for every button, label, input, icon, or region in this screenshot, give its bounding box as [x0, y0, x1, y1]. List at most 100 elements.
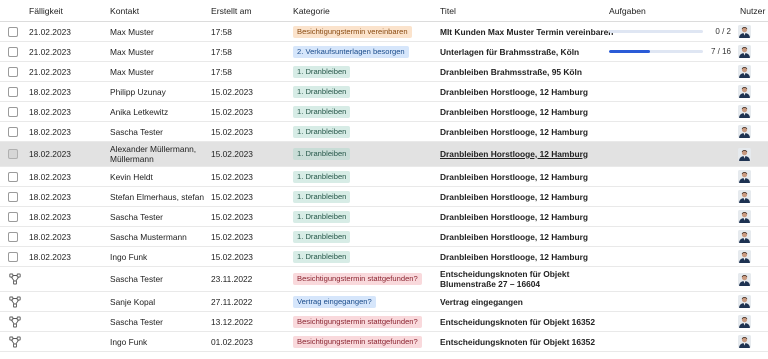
due-date: 21.02.2023	[29, 26, 71, 37]
contact-name[interactable]: Philipp Uzunay	[110, 82, 210, 101]
category-cell: 2. Verkaufsunterlagen besorgen	[293, 42, 438, 61]
created-date: 15.02.2023	[211, 126, 253, 137]
category-badge: 1. Dranbleiben	[293, 65, 351, 78]
contact-name[interactable]: Ingo Funk	[110, 332, 210, 351]
category-cell: Besichtigungstermin stattgefunden?	[293, 332, 438, 351]
contact-name[interactable]: Sascha Tester	[110, 312, 210, 331]
created-date: 15.02.2023	[211, 211, 253, 222]
category-cell: Vertrag eingegangen?	[293, 292, 438, 311]
task-title[interactable]: Dranbleiben Horstlooge, 12 Hamburg	[440, 207, 608, 226]
avatar[interactable]	[738, 62, 758, 81]
task-title[interactable]: Entscheidungsknoten für Objekt Blumenstr…	[440, 267, 608, 291]
column-header-title[interactable]: Titel	[440, 0, 608, 21]
column-header-user[interactable]: Nutzer	[740, 0, 765, 21]
workflow-icon	[8, 267, 22, 291]
task-title[interactable]: Dranbleiben Horstlooge, 12 Hamburg	[440, 122, 608, 141]
column-header-created[interactable]: Erstellt am	[211, 0, 291, 21]
due-date: 18.02.2023	[29, 251, 71, 262]
created-date: 15.02.2023	[211, 171, 253, 182]
avatar[interactable]	[738, 227, 758, 246]
contact-name[interactable]: Alexander Müllermann, Müllermann	[110, 142, 210, 166]
task-title[interactable]: Entscheidungsknoten für Objekt 16352	[440, 332, 608, 351]
avatar[interactable]	[738, 247, 758, 266]
table-row[interactable]: 18.02.2023 Sascha Tester 15.02.2023 1. Dran…	[0, 122, 768, 142]
table-row[interactable]: 21.02.2023 Max Muster 17:58 1. Dranbleiben D…	[0, 62, 768, 82]
table-header: Fälligkeit Kontakt Erstellt am Kategorie…	[0, 0, 768, 22]
table-row[interactable]: 18.02.2023 Alexander Müllermann, Müllerma…	[0, 142, 768, 167]
column-header-category[interactable]: Kategorie	[293, 0, 438, 21]
task-title[interactable]: Dranbleiben Horstlooge, 12 Hamburg	[440, 82, 608, 101]
progress-bar	[609, 30, 704, 33]
table-row[interactable]: Ingo Funk 01.02.2023 Besichtigungstermin s…	[0, 332, 768, 352]
row-checkbox[interactable]	[8, 42, 22, 61]
table-row[interactable]: Sascha Tester 23.11.2022 Besichtigungsterm…	[0, 267, 768, 292]
column-header-contact[interactable]: Kontakt	[110, 0, 210, 21]
task-title[interactable]: Dranbleiben Brahmsstraße, 95 Köln	[440, 62, 608, 81]
task-title[interactable]: Dranbleiben Horstlooge, 12 Hamburg	[440, 247, 608, 266]
row-checkbox[interactable]	[8, 122, 22, 141]
row-checkbox[interactable]	[8, 207, 22, 226]
row-checkbox[interactable]	[8, 187, 22, 206]
contact-name[interactable]: Max Muster	[110, 22, 210, 41]
avatar[interactable]	[738, 167, 758, 186]
table-row[interactable]: 21.02.2023 Max Muster 17:58 Besichtigungste…	[0, 22, 768, 42]
table-row[interactable]: 18.02.2023 Sascha Mustermann 15.02.2023 1. …	[0, 227, 768, 247]
contact-name[interactable]: Max Muster	[110, 42, 210, 61]
contact-name[interactable]: Sanje Kopal	[110, 292, 210, 311]
contact-name[interactable]: Anika Letkewitz	[110, 102, 210, 121]
row-checkbox[interactable]	[8, 167, 22, 186]
task-title[interactable]: Dranbleiben Horstlooge, 12 Hamburg	[440, 142, 608, 166]
workflow-icon	[8, 292, 22, 311]
row-checkbox[interactable]	[8, 142, 22, 166]
avatar[interactable]	[738, 312, 758, 331]
created-date: 15.02.2023	[211, 149, 253, 159]
avatar[interactable]	[738, 207, 758, 226]
contact-name[interactable]: Sascha Tester	[110, 207, 210, 226]
avatar[interactable]	[738, 187, 758, 206]
contact-name[interactable]: Ingo Funk	[110, 247, 210, 266]
contact-name[interactable]: Sascha Tester	[110, 122, 210, 141]
avatar[interactable]	[738, 332, 758, 351]
column-header-tasks[interactable]: Aufgaben	[609, 0, 731, 21]
task-title[interactable]: Dranbleiben Horstlooge, 12 Hamburg	[440, 102, 608, 121]
table-row[interactable]: Sanje Kopal 27.11.2022 Vertrag eingegangen…	[0, 292, 768, 312]
task-title[interactable]: Dranbleiben Horstlooge, 12 Hamburg	[440, 167, 608, 186]
contact-name[interactable]: Max Muster	[110, 62, 210, 81]
contact-name[interactable]: Stefan Elmerhaus, stefan	[110, 187, 210, 206]
contact-name[interactable]: Sascha Mustermann	[110, 227, 210, 246]
avatar[interactable]	[738, 22, 758, 41]
row-checkbox[interactable]	[8, 22, 22, 41]
contact-name[interactable]: Kevin Heldt	[110, 167, 210, 186]
avatar[interactable]	[738, 142, 758, 166]
row-checkbox[interactable]	[8, 247, 22, 266]
avatar[interactable]	[738, 42, 758, 61]
table-row[interactable]: 18.02.2023 Ingo Funk 15.02.2023 1. Dranblei…	[0, 247, 768, 267]
category-cell: 1. Dranbleiben	[293, 187, 438, 206]
task-title[interactable]: Unterlagen für Brahmsstraße, Köln	[440, 42, 608, 61]
avatar[interactable]	[738, 292, 758, 311]
row-checkbox[interactable]	[8, 82, 22, 101]
avatar[interactable]	[738, 122, 758, 141]
table-row[interactable]: 18.02.2023 Anika Letkewitz 15.02.2023 1. Dr…	[0, 102, 768, 122]
table-row[interactable]: 21.02.2023 Max Muster 17:58 2. Verkaufsunte…	[0, 42, 768, 62]
contact-name[interactable]: Sascha Tester	[110, 267, 210, 291]
table-row[interactable]: 18.02.2023 Stefan Elmerhaus, stefan 15.02.…	[0, 187, 768, 207]
table-row[interactable]: 18.02.2023 Philipp Uzunay 15.02.2023 1. Dra…	[0, 82, 768, 102]
task-title[interactable]: MIt Kunden Max Muster Termin vereinbaren	[440, 22, 613, 41]
row-checkbox[interactable]	[8, 62, 22, 81]
task-title[interactable]: Vertrag eingegangen	[440, 292, 608, 311]
table-row[interactable]: 18.02.2023 Kevin Heldt 15.02.2023 1. Dranbl…	[0, 167, 768, 187]
task-title[interactable]: Entscheidungsknoten für Objekt 16352	[440, 312, 608, 331]
category-badge: Besichtigungstermin stattgefunden?	[293, 315, 422, 328]
table-row[interactable]: Sascha Tester 13.12.2022 Besichtigungsterm…	[0, 312, 768, 332]
task-title[interactable]: Dranbleiben Horstlooge, 12 Hamburg	[440, 227, 608, 246]
task-title[interactable]: Dranbleiben Horstlooge, 12 Hamburg	[440, 187, 608, 206]
row-checkbox[interactable]	[8, 102, 22, 121]
column-header-due[interactable]: Fälligkeit	[29, 0, 109, 21]
category-cell: 1. Dranbleiben	[293, 82, 438, 101]
row-checkbox[interactable]	[8, 227, 22, 246]
avatar[interactable]	[738, 267, 758, 291]
table-row[interactable]: 18.02.2023 Sascha Tester 15.02.2023 1. Dran…	[0, 207, 768, 227]
avatar[interactable]	[738, 82, 758, 101]
avatar[interactable]	[738, 102, 758, 121]
